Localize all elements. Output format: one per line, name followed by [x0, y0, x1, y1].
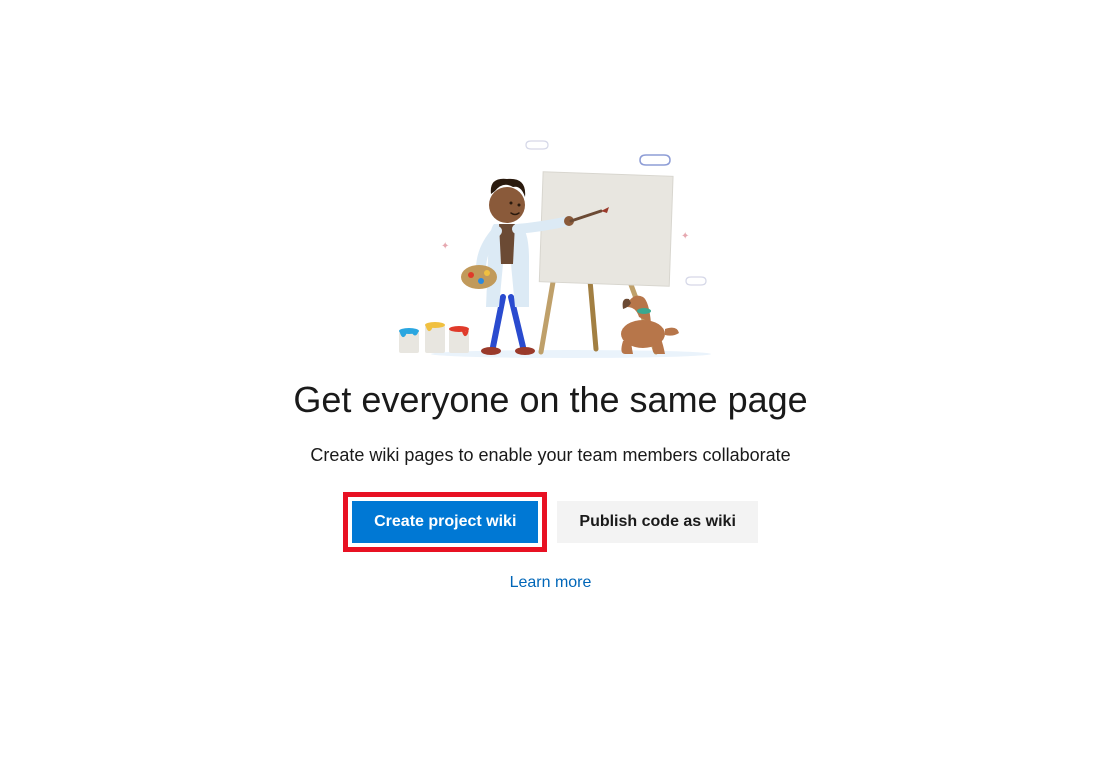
svg-text:✦: ✦ — [681, 231, 689, 242]
svg-text:✦: ✦ — [441, 241, 449, 252]
learn-more-link[interactable]: Learn more — [510, 574, 592, 592]
empty-state-container: ✦ ✦ Get everyone on the same page Create… — [293, 129, 807, 592]
illustration-painter: ✦ ✦ — [391, 129, 711, 359]
empty-state-heading: Get everyone on the same page — [293, 379, 807, 421]
button-row: Create project wiki Publish code as wiki — [343, 492, 758, 552]
empty-state-subtitle: Create wiki pages to enable your team me… — [310, 445, 790, 466]
create-project-wiki-button[interactable]: Create project wiki — [352, 501, 538, 543]
publish-code-as-wiki-button[interactable]: Publish code as wiki — [557, 501, 758, 543]
annotation-highlight: Create project wiki — [343, 492, 547, 552]
